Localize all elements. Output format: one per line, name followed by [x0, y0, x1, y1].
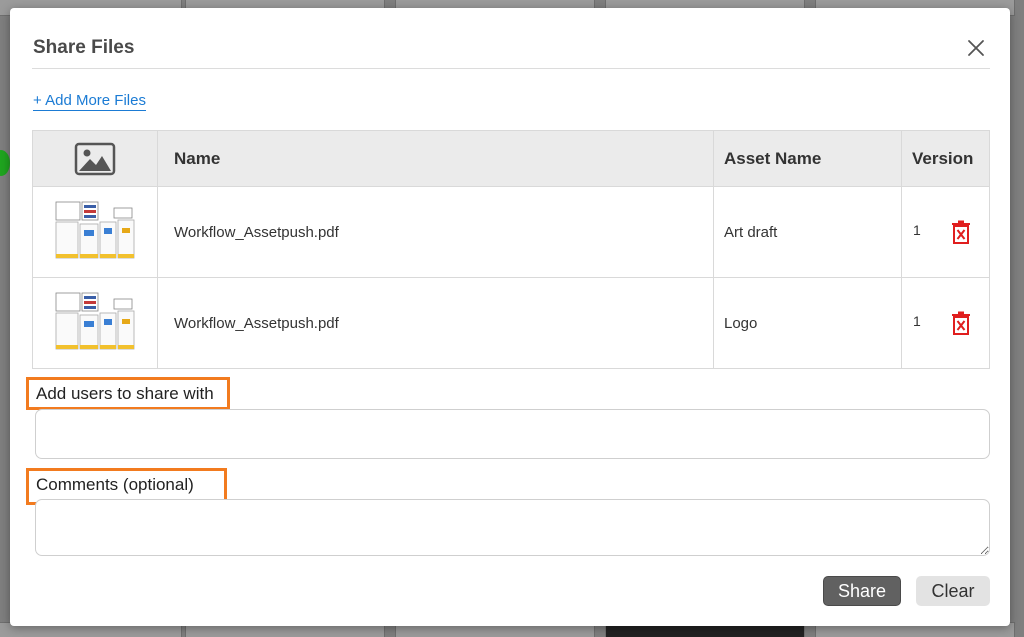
delete-file-button[interactable] — [951, 311, 971, 339]
delete-file-button[interactable] — [951, 220, 971, 248]
file-thumbnail — [54, 200, 136, 264]
share-files-modal: Share Files + Add More Files Name Asset … — [10, 8, 1010, 626]
image-icon — [74, 142, 116, 175]
file-name-cell: Workflow_Assetpush.pdf — [157, 186, 714, 278]
users-input[interactable] — [35, 409, 990, 459]
comments-textarea[interactable] — [35, 499, 990, 556]
files-table: Name Asset Name Version Workflow_Assetpu… — [32, 130, 990, 369]
clear-button[interactable]: Clear — [916, 576, 990, 606]
version-cell: 1 — [901, 186, 990, 278]
modal-title: Share Files — [33, 37, 135, 58]
file-thumbnail — [54, 291, 136, 355]
table-row: Workflow_Assetpush.pdf Art draft 1 — [32, 186, 990, 278]
version-number: 1 — [913, 222, 921, 238]
background-badge — [0, 150, 10, 176]
table-header-row: Name Asset Name Version — [32, 130, 990, 187]
close-icon — [968, 40, 984, 56]
trash-icon — [952, 220, 970, 244]
trash-icon — [952, 311, 970, 335]
file-name-cell: Workflow_Assetpush.pdf — [157, 277, 714, 369]
share-button[interactable]: Share — [823, 576, 901, 606]
version-cell: 1 — [901, 277, 990, 369]
column-header-thumbnail — [32, 130, 158, 187]
modal-header: Share Files — [32, 8, 990, 69]
add-more-files-link[interactable]: + Add More Files — [33, 92, 146, 111]
asset-name-cell: Art draft — [713, 186, 902, 278]
column-header-asset-name: Asset Name — [713, 130, 902, 187]
table-row: Workflow_Assetpush.pdf Logo 1 — [32, 277, 990, 369]
file-thumbnail-cell — [32, 186, 158, 278]
column-header-name: Name — [157, 130, 714, 187]
file-thumbnail-cell — [32, 277, 158, 369]
users-field-label: Add users to share with — [26, 377, 230, 410]
column-header-version: Version — [901, 130, 990, 187]
version-number: 1 — [913, 313, 921, 329]
asset-name-cell: Logo — [713, 277, 902, 369]
close-button[interactable] — [966, 38, 986, 58]
